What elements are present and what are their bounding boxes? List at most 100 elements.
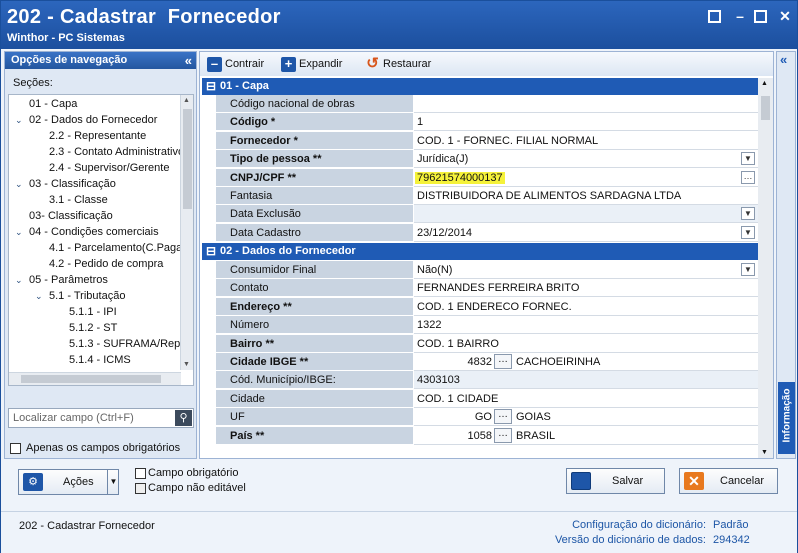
collapse-button[interactable]: – Contrair [207,56,264,72]
field-value[interactable]: GO… GOIAS [414,408,758,427]
scroll-down-icon[interactable]: ▼ [183,361,190,368]
lookup-button[interactable]: … [494,354,512,369]
tree-item[interactable]: ⌄ 5.1 - Tributação [35,288,126,304]
tree-vertical-scrollbar[interactable]: ▲ ▼ [180,95,193,370]
field-value[interactable]: Jurídica(J) ▼ [414,150,758,169]
collapse-section-icon[interactable]: ⊟ [206,78,216,95]
actions-button[interactable]: ⚙ Ações ▼ [18,469,119,495]
tree-item[interactable]: 5.1.4 - ICMS [69,352,131,368]
field-value[interactable]: COD. 1 ENDERECO FORNEC. [414,297,758,316]
grid-row: Cidade COD. 1 CIDADE [216,389,758,408]
grid-scroll-thumb[interactable] [761,96,770,120]
tree-item[interactable]: ⌄ 05 - Parâmetros [15,272,108,288]
tree-item-label: 03- Classificação [29,210,113,222]
field-label: Cidade [216,389,413,408]
field-label: País ** [216,426,413,445]
field-value[interactable]: 1058… BRASIL [414,426,758,445]
tree-toggle-icon[interactable]: ⌄ [15,224,23,240]
tree-item[interactable]: 2.2 - Representante [49,128,146,144]
scroll-up-icon[interactable]: ▲ [761,80,768,87]
cancel-button[interactable]: ✕ Cancelar [679,468,778,494]
field-value[interactable]: COD. 1 - FORNEC. FILIAL NORMAL [414,131,758,150]
tree-item[interactable]: 3.1 - Classe [49,192,108,208]
field-value[interactable]: 79621574000137… [414,168,758,187]
dict-config-label: Configuração do dicionário: [572,519,706,531]
edit-window-icon[interactable] [708,10,721,23]
restore-button[interactable]: ↺ Restaurar [365,56,431,72]
field-value-text: 1322 [417,319,442,332]
field-value[interactable]: COD. 1 CIDADE [414,389,758,408]
tree-item[interactable]: ⌄ 02 - Dados do Fornecedor [15,112,157,128]
tree-horizontal-scrollbar[interactable] [9,372,181,385]
field-value[interactable]: Não(N) ▼ [414,261,758,279]
tree-item[interactable]: 5.1.1 - IPI [69,304,117,320]
dict-version-label: Versão do dicionário de dados: [554,534,706,546]
scroll-thumb[interactable] [183,109,192,209]
info-tab[interactable]: Informação [778,382,795,454]
field-value-text: Jurídica(J) [417,153,469,166]
grid-toolbar: – Contrair + Expandir ↺ Restaurar [200,52,773,76]
scroll-up-icon[interactable]: ▲ [183,97,190,104]
tree-item[interactable]: 5.1.5 - PIS/COFINS [69,368,166,370]
hscroll-thumb[interactable] [21,375,161,383]
only-required-checkbox[interactable] [10,443,21,454]
tree-item-label: 5.1.2 - ST [69,322,118,334]
collapse-label: Contrair [225,58,265,70]
field-extra-text: BRASIL [516,429,556,442]
tree-toggle-icon[interactable]: ⌄ [15,176,23,192]
main-panel: – Contrair + Expandir ↺ Restaurar ⊟ 01 - Cap… [199,51,774,459]
collapse-panel-icon[interactable]: « [185,52,192,69]
field-value[interactable]: COD. 1 BAIRRO [414,334,758,353]
search-icon[interactable]: ⚲ [175,410,192,426]
chevron-down-icon[interactable]: ▼ [741,207,755,221]
tree-toggle-icon[interactable]: ⌄ [35,288,43,304]
chevron-down-icon[interactable]: ▼ [107,470,119,494]
field-value[interactable]: ▼ [414,205,758,224]
tree-item[interactable]: ⌄ 04 - Condições comerciais [15,224,159,240]
tree-toggle-icon[interactable]: ⌄ [15,112,23,128]
field-value[interactable]: FERNANDES FERREIRA BRITO [414,279,758,298]
collapse-section-icon[interactable]: ⊟ [206,243,216,260]
tree-item-label: 5.1 - Tributação [49,290,126,302]
tree-item[interactable]: 2.3 - Contato Administrativo [49,144,181,160]
chevron-down-icon[interactable]: ▼ [741,152,755,166]
ellipsis-icon[interactable]: … [741,170,755,184]
field-value[interactable]: 4303103 [414,371,758,390]
tree-item[interactable]: ⌄ 03 - Classificação [15,176,116,192]
lookup-button[interactable]: … [494,409,512,425]
tree-item[interactable]: 01 - Capa [29,96,77,112]
tree-item[interactable]: 2.4 - Supervisor/Gerente [49,160,169,176]
scroll-down-icon[interactable]: ▼ [761,449,768,456]
field-value[interactable]: 1 [414,113,758,132]
section-header-dados[interactable]: ⊟ 02 - Dados do Fornecedor [202,243,758,260]
field-value[interactable] [414,95,758,113]
minimize-icon[interactable]: – [732,8,748,24]
grid-row: Cód. Município/IBGE: 4303103 [216,371,758,390]
tree-item[interactable]: 4.2 - Pedido de compra [49,256,163,272]
tree-item[interactable]: 5.1.3 - SUFRAMA/Repasse [69,336,181,352]
sections-tree[interactable]: 01 - Capa ⌄ 02 - Dados do Fornecedor 2.2 - … [8,94,194,386]
tree-item[interactable]: 4.1 - Parcelamento(C.Pagamento) [49,240,181,256]
chevron-down-icon[interactable]: ▼ [741,225,755,239]
field-value[interactable]: 23/12/2014 ▼ [414,223,758,242]
lookup-button[interactable]: … [494,427,512,443]
save-button[interactable]: Salvar [566,468,665,494]
maximize-icon[interactable] [754,10,767,23]
field-value[interactable]: 1322 [414,316,758,335]
close-icon[interactable]: ✕ [777,8,793,24]
expand-panel-icon[interactable]: « [780,52,787,67]
field-value[interactable]: DISTRIBUIDORA DE ALIMENTOS SARDAGNA LTDA [414,187,758,205]
tree-item[interactable]: 5.1.2 - ST [69,320,117,336]
tree-item-label: 05 - Parâmetros [29,274,108,286]
tree-toggle-icon[interactable]: ⌄ [15,272,23,288]
search-field-input[interactable]: Localizar campo (Ctrl+F) ⚲ [8,408,194,428]
expand-button[interactable]: + Expandir [281,56,342,72]
field-value[interactable]: 4832… CACHOEIRINHA [414,353,758,371]
tree-item-label: 4.2 - Pedido de compra [49,258,164,270]
info-tab-label: Informação [781,388,793,443]
tree-item[interactable]: 03- Classificação [29,208,113,224]
grid-vertical-scrollbar[interactable]: ▲ ▼ [758,78,773,458]
grid-row: Data Cadastro 23/12/2014 ▼ [216,223,758,242]
chevron-down-icon[interactable]: ▼ [741,263,755,276]
section-header-capa[interactable]: ⊟ 01 - Capa [202,78,758,95]
